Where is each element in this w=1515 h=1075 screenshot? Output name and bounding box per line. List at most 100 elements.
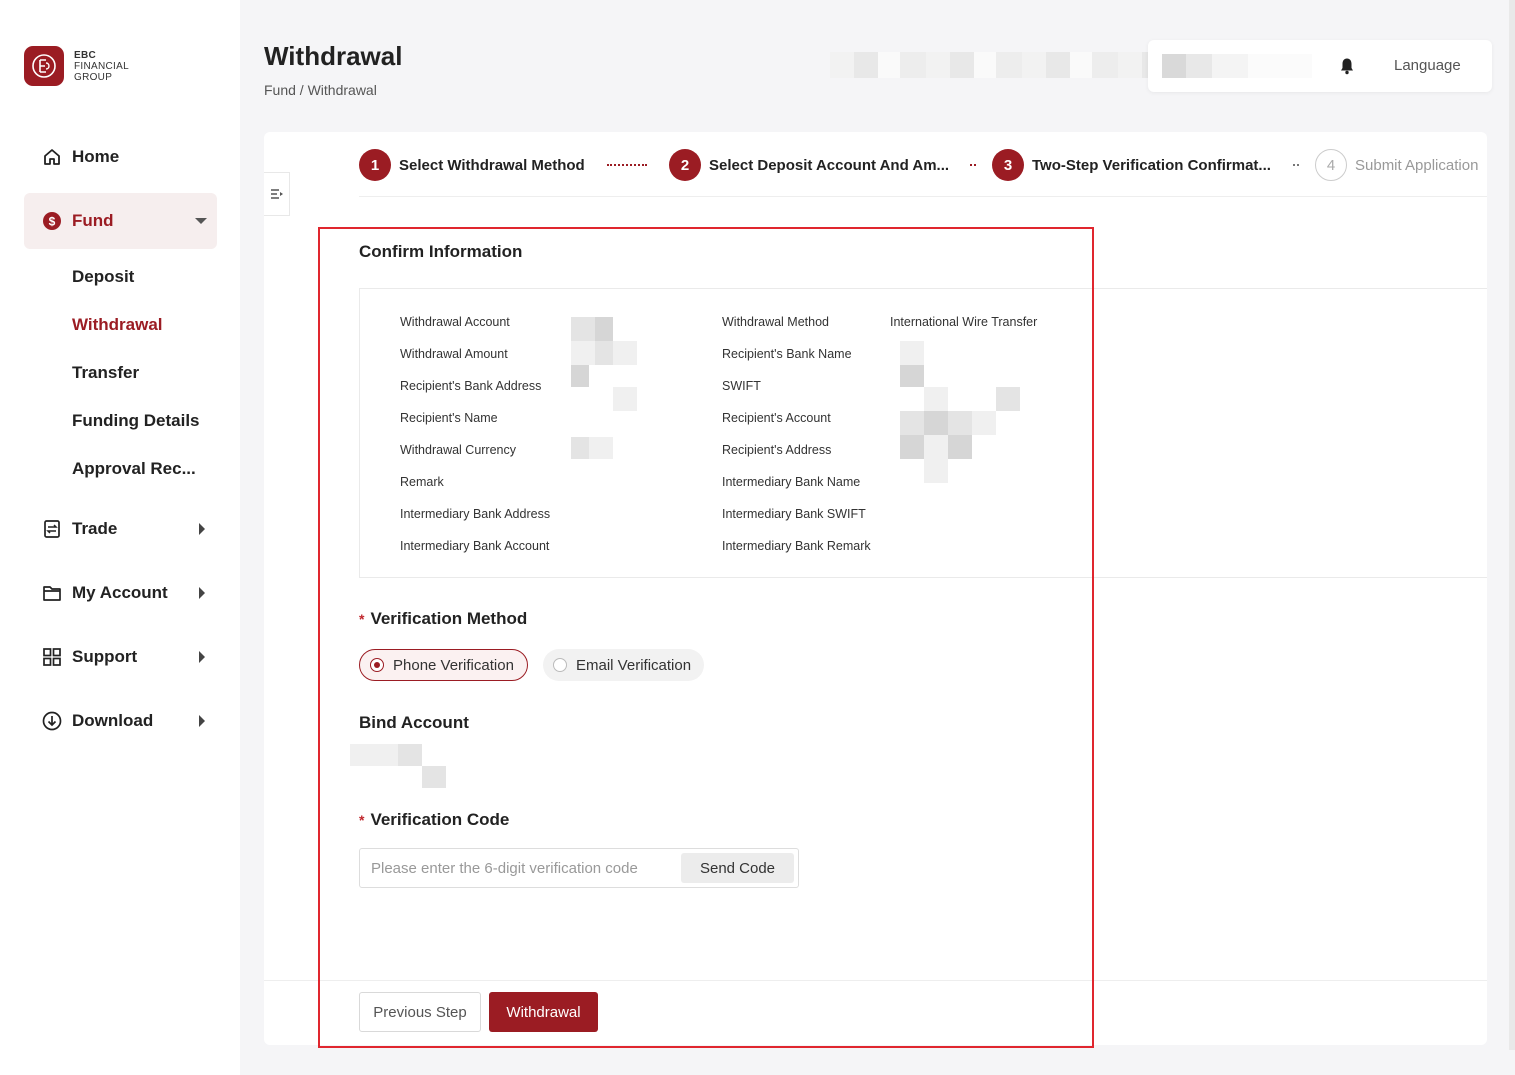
brand-logo[interactable]: EBC FINANCIAL GROUP	[24, 46, 129, 86]
sidebar-item-trade[interactable]: Trade	[24, 501, 217, 557]
sidebar: EBC FINANCIAL GROUP Home $ Fund Deposit …	[0, 0, 240, 1075]
step-label: Two-Step Verification Confirmat...	[1032, 156, 1271, 174]
redacted-value	[613, 387, 637, 411]
menu-unfold-icon	[270, 189, 283, 199]
step-number: 4	[1315, 149, 1347, 181]
redacted-bind-account	[350, 744, 446, 788]
info-label: SWIFT	[722, 379, 761, 393]
radio-label: Phone Verification	[393, 656, 514, 674]
withdrawal-submit-button[interactable]: Withdrawal	[489, 992, 598, 1032]
radio-dot	[370, 658, 384, 672]
redacted-value	[613, 341, 637, 365]
redacted-value	[924, 435, 948, 459]
sidebar-subitem-approval-records[interactable]: Approval Rec...	[72, 459, 196, 479]
info-label: Recipient's Bank Name	[722, 347, 852, 361]
step-4: 4 Submit Application	[1315, 149, 1478, 181]
language-selector[interactable]: Language	[1394, 57, 1461, 74]
info-label: Recipient's Bank Address	[400, 379, 542, 393]
redacted-value	[924, 459, 948, 483]
chevron-right-icon	[199, 587, 205, 599]
trade-icon	[40, 517, 64, 541]
info-label: Intermediary Bank Account	[400, 539, 550, 553]
folder-icon	[40, 581, 64, 605]
step-number: 1	[359, 149, 391, 181]
sidebar-item-label: Home	[72, 147, 120, 166]
radio-label: Email Verification	[576, 656, 692, 674]
redacted-value	[900, 411, 924, 435]
step-connector	[607, 164, 647, 166]
redacted-value	[924, 387, 948, 411]
redacted-value	[595, 317, 613, 341]
step-label: Select Withdrawal Method	[399, 156, 585, 174]
step-2: 2 Select Deposit Account And Am...	[669, 149, 949, 181]
step-label: Select Deposit Account And Am...	[709, 156, 950, 174]
redacted-value	[996, 387, 1020, 411]
download-circle-icon	[40, 709, 64, 733]
phone-verification-radio[interactable]: Phone Verification	[359, 649, 528, 681]
step-number: 2	[669, 149, 701, 181]
withdrawal-card: 1 Select Withdrawal Method 2 Select Depo…	[264, 132, 1487, 1045]
svg-text:$: $	[49, 215, 56, 229]
header-toolbar: Language	[1148, 40, 1492, 92]
steps-divider	[359, 196, 1487, 197]
info-label: Intermediary Bank Remark	[722, 539, 871, 553]
info-label: Intermediary Bank SWIFT	[722, 507, 866, 521]
page-scrollbar[interactable]	[1509, 0, 1515, 1050]
step-label: Submit Application	[1355, 156, 1479, 174]
email-verification-radio[interactable]: Email Verification	[543, 649, 705, 681]
confirm-information-panel: Withdrawal Account Withdrawal Amount Rec…	[359, 288, 1487, 578]
info-label: Withdrawal Account	[400, 315, 510, 329]
info-label: Intermediary Bank Address	[400, 507, 551, 521]
breadcrumb[interactable]: Fund / Withdrawal	[264, 82, 377, 98]
footer-divider	[264, 980, 1487, 981]
step-connector	[1293, 164, 1299, 166]
redacted-value	[900, 435, 924, 459]
redacted-value	[948, 435, 972, 459]
sidebar-item-fund[interactable]: $ Fund	[24, 193, 217, 249]
verification-method-label: * Verification Method	[359, 609, 528, 628]
redacted-value	[589, 437, 613, 459]
sidebar-item-label: Download	[72, 711, 154, 730]
sidebar-item-home[interactable]: Home	[24, 129, 217, 185]
redacted-account-info	[1162, 54, 1312, 78]
sidebar-item-support[interactable]: Support	[24, 629, 217, 685]
info-label: Remark	[400, 475, 444, 489]
withdrawal-method-value: International Wire Transfer	[890, 315, 1038, 329]
redacted-value	[948, 411, 972, 435]
previous-step-button[interactable]: Previous Step	[359, 992, 481, 1032]
redacted-value	[924, 411, 948, 435]
redacted-value	[571, 317, 595, 341]
grid-icon	[40, 645, 64, 669]
step-1: 1 Select Withdrawal Method	[359, 149, 585, 181]
step-number: 3	[992, 149, 1024, 181]
bind-account-label: Bind Account	[359, 713, 469, 732]
step-connector	[970, 164, 976, 166]
info-label: Withdrawal Amount	[400, 347, 508, 361]
verification-code-input[interactable]	[360, 849, 680, 887]
bell-icon[interactable]	[1339, 57, 1355, 80]
chevron-down-icon	[195, 218, 207, 224]
redacted-value	[571, 341, 595, 365]
redacted-value	[900, 365, 924, 387]
verification-code-label: * Verification Code	[359, 810, 510, 829]
info-label: Withdrawal Currency	[400, 443, 517, 457]
sidebar-item-label: Fund	[72, 211, 114, 230]
chevron-right-icon	[199, 651, 205, 663]
redacted-value	[595, 341, 613, 365]
sidebar-item-label: Support	[72, 647, 138, 666]
verification-code-field: Send Code	[359, 848, 799, 888]
redacted-value	[900, 341, 924, 365]
redacted-value	[571, 437, 589, 459]
sidebar-subitem-withdrawal[interactable]: Withdrawal	[72, 315, 163, 335]
logo-icon	[24, 46, 64, 86]
collapse-toggle-button[interactable]	[264, 172, 290, 216]
send-code-button[interactable]: Send Code	[681, 853, 794, 883]
required-mark: *	[359, 611, 365, 627]
sidebar-item-my-account[interactable]: My Account	[24, 565, 217, 621]
sidebar-subitem-deposit[interactable]: Deposit	[72, 267, 134, 287]
sidebar-item-download[interactable]: Download	[24, 693, 217, 749]
sidebar-subitem-funding-details[interactable]: Funding Details	[72, 411, 200, 431]
info-label: Withdrawal Method	[722, 315, 829, 329]
sidebar-subitem-transfer[interactable]: Transfer	[72, 363, 139, 383]
info-label: Intermediary Bank Name	[722, 475, 861, 489]
